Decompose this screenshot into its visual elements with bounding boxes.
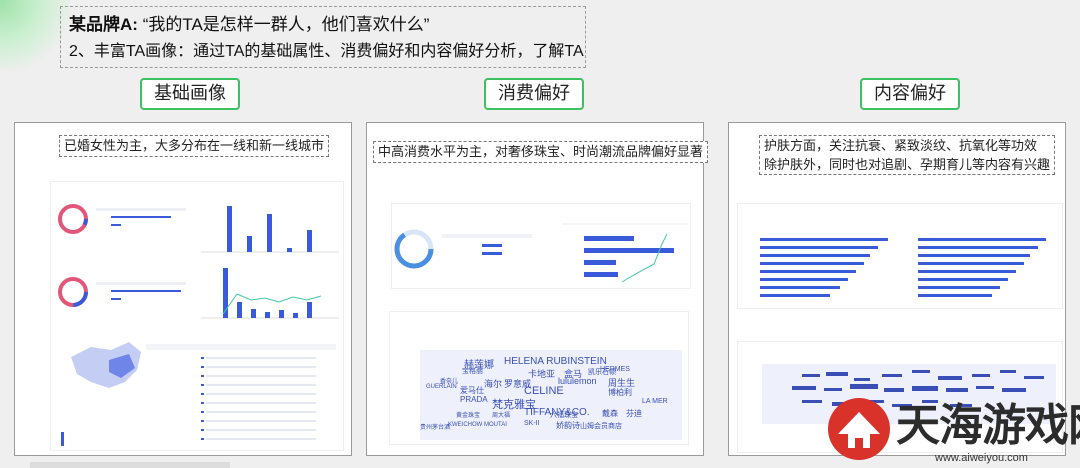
header-subtitle: 2、丰富TA画像：通过TA的基础属性、消费偏好和内容偏好分析，了解TA xyxy=(69,43,584,60)
header-box: 某品牌A: “我的TA是怎样一群人，他们喜欢什么” 2、丰富TA画像：通过TA的… xyxy=(60,6,586,68)
panel-caption-content-line2: 除护肤外，同时也对追剧、孕期育儿等内容有兴趣 xyxy=(764,157,1051,172)
panel-caption-consumption: 中高消费水平为主，对奢侈珠宝、时尚潮流品牌偏好显著 xyxy=(373,141,709,163)
header-title: 某品牌A: “我的TA是怎样一群人，他们喜欢什么” xyxy=(69,11,577,39)
header-question: “我的TA是怎样一群人，他们喜欢什么” xyxy=(142,15,430,34)
brand-word: KWEICHOW MOUTAI xyxy=(448,422,507,428)
brand-word: 贵州茅台酒 xyxy=(420,425,451,431)
logo-door-shape xyxy=(855,438,863,448)
brand-word: 周大福 xyxy=(492,413,511,419)
brand-word-cloud: 赫莲娜 HELENA RUBINSTEIN HERMES 宝格丽 卡地亚 盒马 … xyxy=(420,350,682,440)
watermark-url: www.aiweiyou.com xyxy=(935,452,1028,464)
brand-word: lululemon xyxy=(558,376,597,386)
section-label-consumption: 消费偏好 xyxy=(484,78,584,110)
brand-word: 黄金珠宝 xyxy=(456,413,481,419)
section-label-content: 内容偏好 xyxy=(860,78,960,110)
basic-dashboard-graphic xyxy=(58,204,339,446)
brand-word: LA MER xyxy=(642,398,668,405)
dashboard-screenshot-basic xyxy=(50,181,344,451)
watermark-logo xyxy=(828,398,890,460)
panel-consumption: 中高消费水平为主，对奢侈珠宝、时尚潮流品牌偏好显著 赫莲娜 HELENA RUB… xyxy=(366,122,709,456)
brand-word: 博柏利 xyxy=(608,388,632,397)
brand-word: 戴森 xyxy=(602,409,618,418)
brand-word: 芬迪 xyxy=(626,409,642,418)
panel-caption-content: 护肤方面，关注抗衰、紧致淡纹、抗氧化等功效 除护肤外，同时也对追剧、孕期育儿等内… xyxy=(759,135,1056,175)
bottom-strip xyxy=(30,462,230,468)
brand-word: HELENA RUBINSTEIN xyxy=(504,356,607,367)
panel-basic-profile: 已婚女性为主，大多分布在一线和新一线城市 xyxy=(14,122,352,456)
brand-word: 宝格丽 xyxy=(462,368,483,375)
content-bars-graphic xyxy=(760,238,1046,297)
brand-word: 娇韵诗 xyxy=(556,421,580,430)
dashboard-screenshot-content-top xyxy=(737,203,1063,309)
brand-word: PRADA xyxy=(460,395,488,404)
brand-word: 六福珠宝 xyxy=(550,412,578,419)
brand-word: GUERLAIN xyxy=(426,384,457,390)
brand-word: 卡地亚 xyxy=(528,369,556,379)
consumption-dashboard-graphic xyxy=(394,223,688,283)
brand-label: 某品牌A: xyxy=(69,15,138,34)
logo-roof-shape xyxy=(838,412,880,434)
brand-word: SK-II xyxy=(524,420,540,427)
brand-preference-card: 赫莲娜 HELENA RUBINSTEIN HERMES 宝格丽 卡地亚 盒马 … xyxy=(389,311,689,445)
watermark-site-name: 天海游戏网 xyxy=(896,401,1080,450)
dashboard-screenshot-consumption-top xyxy=(391,203,691,289)
panel-caption-basic: 已婚女性为主，大多分布在一线和新一线城市 xyxy=(59,135,330,157)
panel-caption-content-line1: 护肤方面，关注抗衰、紧致淡纹、抗氧化等功效 xyxy=(764,138,1038,153)
brand-word: 山姆会员商店 xyxy=(580,423,622,430)
brand-word: 海尔 xyxy=(484,379,503,389)
section-label-basic: 基础画像 xyxy=(140,78,240,110)
